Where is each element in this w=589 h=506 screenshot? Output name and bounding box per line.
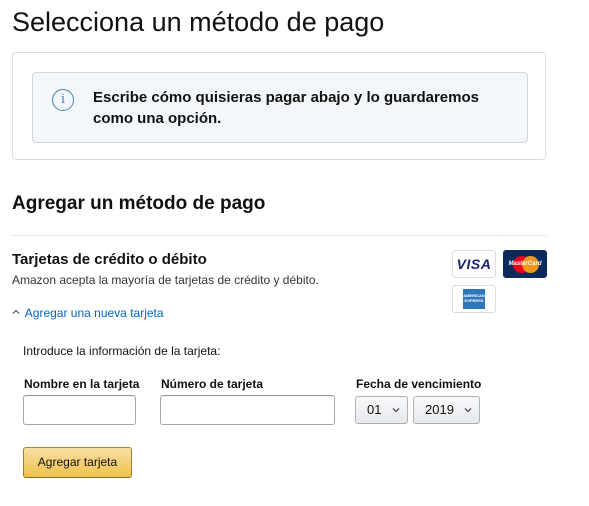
cards-heading: Tarjetas de crédito o débito: [12, 251, 207, 268]
chevron-up-icon: [12, 309, 23, 320]
card-name-label: Nombre en la tarjeta: [24, 377, 140, 391]
mastercard-logo-text: MasterCard: [508, 261, 542, 267]
add-new-card-label[interactable]: Agregar una nueva tarjeta: [25, 306, 164, 320]
add-new-card-link[interactable]: Agregar una nueva tarjeta: [12, 305, 164, 323]
info-alert: i Escribe cómo quisieras pagar abajo y l…: [32, 72, 528, 143]
expiry-year-value: 2019: [425, 402, 454, 417]
chevron-down-icon: [392, 408, 400, 413]
visa-logo-icon: VISA: [452, 250, 496, 278]
card-info-intro: Introduce la información de la tarjeta:: [23, 344, 221, 358]
expiry-year-select[interactable]: 2019: [413, 396, 480, 424]
chevron-down-icon: [464, 408, 472, 413]
add-payment-method-heading: Agregar un método de pago: [12, 193, 266, 214]
payment-method-page: Selecciona un método de pago i Escribe c…: [0, 0, 589, 506]
amex-logo-text: AMERICAN EXPRESS: [463, 293, 485, 303]
expiry-month-value: 01: [367, 402, 382, 417]
mastercard-logo-icon: MasterCard: [503, 250, 547, 278]
expiry-date-label: Fecha de vencimiento: [356, 377, 482, 391]
amex-logo-icon: AMERICAN EXPRESS: [452, 285, 496, 313]
cards-subtext: Amazon acepta la mayoría de tarjetas de …: [12, 273, 319, 287]
page-title: Selecciona un método de pago: [12, 7, 385, 37]
card-number-label: Número de tarjeta: [161, 377, 264, 391]
visa-logo-text: VISA: [456, 256, 492, 272]
info-icon: i: [52, 89, 74, 111]
expiry-month-select[interactable]: 01: [355, 396, 408, 424]
card-name-input[interactable]: [23, 395, 136, 425]
info-message: Escribe cómo quisieras pagar abajo y lo …: [93, 89, 479, 127]
add-card-button[interactable]: Agregar tarjeta: [23, 447, 132, 478]
card-number-input[interactable]: [160, 395, 335, 425]
info-panel: i Escribe cómo quisieras pagar abajo y l…: [12, 52, 546, 160]
section-divider: [12, 235, 547, 236]
